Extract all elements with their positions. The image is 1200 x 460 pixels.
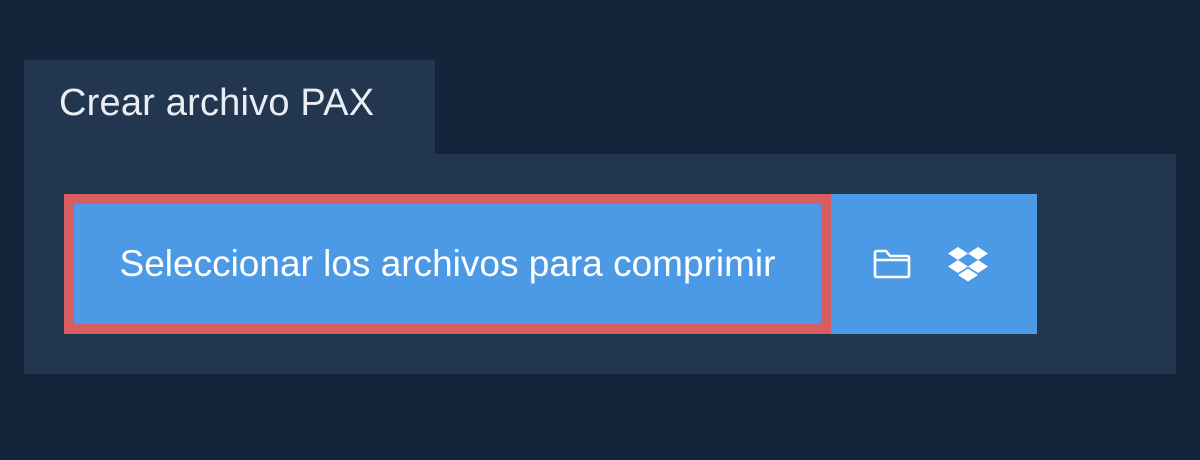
tab-create-pax: Crear archivo PAX — [24, 60, 435, 155]
folder-icon — [872, 248, 912, 280]
select-files-label: Seleccionar los archivos para comprimir — [119, 243, 776, 284]
folder-button[interactable] — [854, 194, 930, 334]
dropbox-button[interactable] — [930, 194, 1006, 334]
select-files-button[interactable]: Seleccionar los archivos para comprimir — [64, 194, 831, 334]
tab-title: Crear archivo PAX — [59, 82, 375, 124]
dropbox-icon — [947, 245, 989, 283]
upload-source-buttons — [831, 194, 1037, 334]
